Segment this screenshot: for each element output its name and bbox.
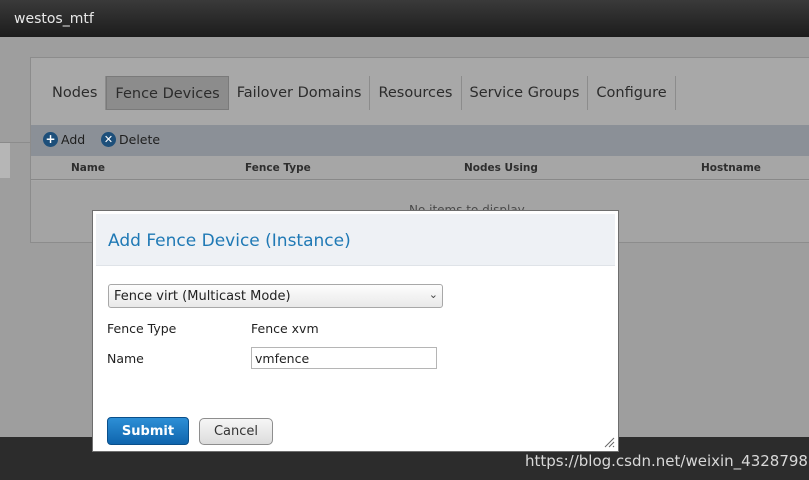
main-tabs: Nodes Fence Devices Failover Domains Res…	[44, 76, 676, 110]
tab-fence-devices[interactable]: Fence Devices	[106, 76, 229, 110]
column-header-name[interactable]: Name	[71, 162, 105, 174]
table-header: Name Fence Type Nodes Using Hostname	[31, 156, 809, 180]
tab-nodes[interactable]: Nodes	[44, 76, 107, 110]
app-title-bar: westos_mtf	[0, 0, 809, 37]
dialog-title: Add Fence Device (Instance)	[108, 231, 351, 251]
tab-configure[interactable]: Configure	[588, 76, 676, 110]
tab-resources[interactable]: Resources	[370, 76, 462, 110]
column-header-nodes-using[interactable]: Nodes Using	[464, 162, 538, 174]
fence-device-select-value: Fence virt (Multicast Mode)	[114, 289, 291, 304]
sidebar-stub[interactable]	[0, 142, 10, 178]
add-fence-device-dialog: Add Fence Device (Instance) Fence virt (…	[92, 210, 619, 452]
plus-circle-icon: +	[43, 132, 58, 147]
x-circle-icon: ✕	[101, 132, 116, 147]
name-label: Name	[107, 351, 144, 366]
submit-button[interactable]: Submit	[107, 417, 189, 445]
column-header-fence-type[interactable]: Fence Type	[245, 162, 311, 174]
add-button[interactable]: + Add	[43, 132, 85, 147]
fence-toolbar: + Add ✕ Delete	[31, 125, 809, 156]
watermark-text: https://blog.csdn.net/weixin_43287982	[525, 452, 809, 470]
chevron-down-icon: ⌄	[428, 288, 438, 301]
tab-service-groups[interactable]: Service Groups	[462, 76, 589, 110]
app-title: westos_mtf	[14, 11, 94, 27]
delete-button[interactable]: ✕ Delete	[101, 132, 160, 147]
fence-type-label: Fence Type	[107, 321, 177, 336]
name-input[interactable]	[251, 347, 437, 369]
column-header-hostname[interactable]: Hostname	[701, 162, 761, 174]
cancel-button[interactable]: Cancel	[199, 418, 273, 445]
fence-type-value: Fence xvm	[251, 321, 319, 336]
tab-failover-domains[interactable]: Failover Domains	[229, 76, 371, 110]
resize-grip-icon[interactable]	[603, 436, 615, 448]
delete-button-label: Delete	[119, 132, 161, 147]
fence-device-select[interactable]: Fence virt (Multicast Mode) ⌄	[108, 284, 443, 308]
add-button-label: Add	[61, 132, 86, 147]
dialog-header: Add Fence Device (Instance)	[96, 214, 615, 266]
